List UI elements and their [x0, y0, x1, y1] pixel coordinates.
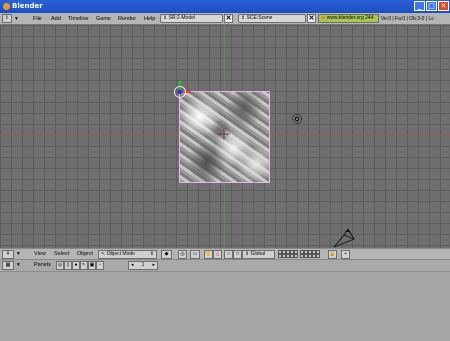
circle-icon: ○: [226, 251, 231, 257]
delete-scene-button[interactable]: ✕: [307, 14, 316, 23]
frame-number-field[interactable]: ◂ 1 ▸: [128, 261, 158, 270]
editor-type-button[interactable]: #: [2, 250, 14, 259]
collapse-menus-icon[interactable]: ▾: [17, 262, 20, 268]
window-titlebar: Blender _ □ ✕: [0, 0, 450, 13]
collapse-menus-icon[interactable]: ▾: [15, 16, 18, 22]
render-icon: ▪: [344, 251, 347, 257]
scale-manipulator-button[interactable]: □: [233, 250, 242, 259]
translate-manipulator-button[interactable]: △: [213, 250, 222, 259]
square-icon: □: [235, 251, 240, 257]
lock-layers-button[interactable]: 🔒: [328, 250, 337, 259]
menu-help[interactable]: Help: [144, 16, 155, 22]
collapse-menus-icon[interactable]: ▾: [17, 251, 20, 257]
pivot-menu-icon: ▭: [192, 251, 198, 257]
script-icon: ▯: [66, 262, 70, 268]
screen-name: SR:2-Model: [168, 15, 195, 21]
3d-cursor-icon: [218, 128, 230, 140]
object-context-button[interactable]: ↖: [80, 261, 88, 270]
menu-file[interactable]: File: [33, 16, 42, 22]
buttons-window-icon: ▦: [5, 262, 11, 268]
scene-stats: Ve:0 | Fa:0 | Ob:3-0 | Lc: [381, 16, 434, 22]
pivot-icon: ◎: [180, 251, 185, 257]
object-mode-icon: ↖: [101, 251, 106, 257]
hand-icon: ✋: [205, 251, 212, 257]
close-window-button[interactable]: ✕: [438, 1, 449, 11]
frame-value: 1: [141, 262, 145, 268]
orientation-label: Global: [250, 251, 266, 257]
version-label: www.blender.org 244: [326, 15, 374, 21]
mode-label: Object Mode: [106, 251, 135, 257]
logic-context-button[interactable]: ◎: [56, 261, 64, 270]
buttons-window-header: ▦ ▾ Panels ◎ ▯ ● ↖ ▣ ▫ ◂ 1 ▸: [0, 260, 450, 272]
window-type-button[interactable]: i: [2, 14, 12, 23]
menu-object[interactable]: Object: [77, 251, 93, 257]
logic-icon: ◎: [57, 262, 63, 268]
info-icon: i: [6, 15, 8, 21]
top-menubar: i ▾ File Add Timeline Game Render Help ⇕…: [0, 13, 450, 25]
editing-context-button[interactable]: ▣: [88, 261, 96, 270]
blender-version-link[interactable]: ◉ www.blender.org 244: [318, 14, 379, 23]
transform-orientation-selector[interactable]: ⇕ Global: [242, 250, 275, 259]
buttons-window-content: [0, 272, 450, 341]
scene-context-button[interactable]: ▫: [96, 261, 104, 270]
shading-icon: ●: [74, 262, 78, 268]
menu-add[interactable]: Add: [51, 16, 61, 22]
editor-type-button[interactable]: ▦: [2, 261, 14, 270]
editing-icon: ▣: [89, 262, 95, 268]
shading-context-button[interactable]: ●: [72, 261, 80, 270]
pivot-button[interactable]: ◎: [178, 250, 187, 259]
minimize-button[interactable]: _: [414, 1, 425, 11]
layer-15-button[interactable]: [294, 254, 298, 258]
dropdown-arrow-icon: ⇕: [149, 251, 154, 257]
viewport-header: # ▾ View Select Object ↖ Object Mode ⇕ ◆…: [0, 248, 450, 260]
lock-icon: 🔒: [329, 251, 336, 257]
blender-app-icon: [3, 3, 10, 10]
menu-timeline[interactable]: Timeline: [68, 16, 89, 22]
maximize-button[interactable]: □: [426, 1, 437, 11]
pivot-point-button[interactable]: ▭: [190, 250, 200, 259]
menu-select[interactable]: Select: [54, 251, 69, 257]
browse-arrow-icon: ⇕: [163, 15, 168, 21]
delete-screen-button[interactable]: ✕: [224, 14, 233, 23]
menu-view[interactable]: View: [34, 251, 46, 257]
scene-browse-field[interactable]: ⇕ SCE:Scene: [238, 14, 306, 23]
window-title: Blender: [12, 2, 43, 10]
blender-logo-icon: ◉: [321, 15, 326, 21]
shading-icon: ◆: [164, 251, 169, 257]
3d-viewport[interactable]: [0, 25, 450, 248]
scene-name: SCE:Scene: [246, 15, 273, 21]
screen-browse-field[interactable]: ⇕ SR:2-Model: [160, 14, 223, 23]
triangle-icon: △: [215, 251, 220, 257]
decrement-arrow-icon: ◂: [131, 262, 134, 268]
object-icon: ↖: [81, 262, 87, 268]
dropdown-arrow-icon: ⇕: [245, 251, 250, 257]
lamp-icon[interactable]: [291, 113, 303, 125]
grid-icon: #: [6, 251, 10, 257]
panels-label[interactable]: Panels: [34, 262, 51, 268]
layer-20-button[interactable]: [316, 254, 320, 258]
manipulator-toggle[interactable]: ✋: [204, 250, 213, 259]
mode-selector[interactable]: ↖ Object Mode ⇕: [98, 250, 157, 259]
menu-game[interactable]: Game: [96, 16, 111, 22]
render-preview-button[interactable]: ▪: [341, 250, 350, 259]
camera-icon[interactable]: [332, 227, 358, 248]
scene-icon: ▫: [99, 262, 101, 268]
browse-arrow-icon: ⇕: [241, 15, 246, 21]
draw-type-button[interactable]: ◆: [161, 250, 172, 259]
script-context-button[interactable]: ▯: [64, 261, 72, 270]
menu-render[interactable]: Render: [118, 16, 136, 22]
rotate-manipulator-button[interactable]: ○: [224, 250, 233, 259]
increment-arrow-icon: ▸: [152, 262, 155, 268]
transform-manipulator[interactable]: [173, 80, 213, 120]
